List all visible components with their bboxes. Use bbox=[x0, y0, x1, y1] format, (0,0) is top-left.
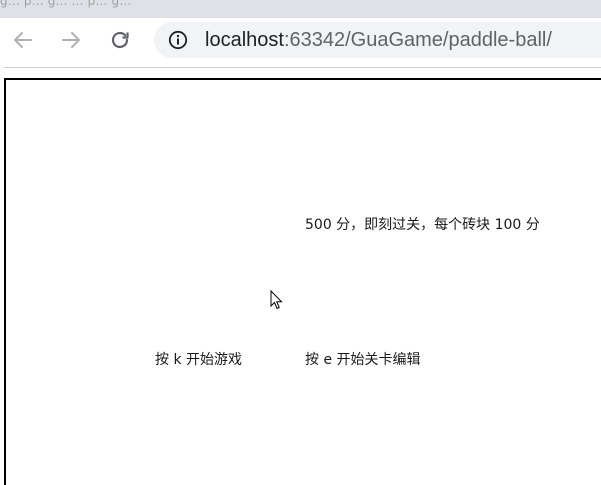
forward-button[interactable] bbox=[57, 26, 85, 54]
tab-strip-text: g... p... g... ... p... g... bbox=[0, 0, 132, 8]
url-path: :63342/GuaGame/paddle-ball/ bbox=[283, 29, 552, 51]
arrow-right-icon bbox=[62, 32, 80, 48]
url-text[interactable]: localhost:63342/GuaGame/paddle-ball/ bbox=[205, 29, 552, 51]
level-editor-hint: 按 e 开始关卡编辑 bbox=[305, 352, 421, 368]
rule-text: 500 分，即刻过关，每个砖块 100 分 bbox=[305, 217, 540, 233]
toolbar-divider bbox=[4, 67, 601, 68]
address-bar[interactable]: localhost:63342/GuaGame/paddle-ball/ bbox=[154, 22, 601, 58]
mouse-cursor-icon bbox=[270, 290, 283, 310]
start-game-hint: 按 k 开始游戏 bbox=[155, 352, 243, 368]
reload-button[interactable] bbox=[106, 26, 134, 54]
browser-toolbar: localhost:63342/GuaGame/paddle-ball/ bbox=[0, 18, 601, 62]
info-icon[interactable] bbox=[168, 30, 188, 50]
game-canvas[interactable] bbox=[4, 78, 601, 485]
back-button[interactable] bbox=[9, 26, 37, 54]
url-host: localhost bbox=[205, 29, 284, 51]
browser-window: g... p... g... ... p... g... localhost:6… bbox=[0, 0, 601, 485]
tab-strip: g... p... g... ... p... g... bbox=[0, 0, 601, 18]
arrow-left-icon bbox=[14, 32, 32, 48]
reload-icon bbox=[111, 31, 129, 49]
